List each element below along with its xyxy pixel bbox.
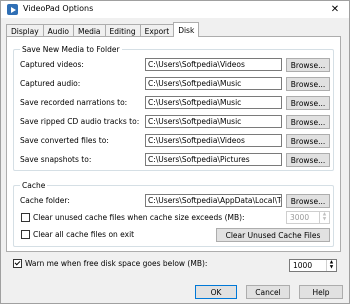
clear-on-exit-label: Clear all cache files on exit bbox=[33, 230, 135, 239]
cache-size-stepper[interactable]: 3000 ▲ ▼ bbox=[286, 211, 330, 224]
cache-size-value: 3000 bbox=[290, 213, 310, 222]
close-button[interactable]: ✕ bbox=[321, 1, 349, 18]
converted-files-label: Save converted files to: bbox=[20, 136, 109, 145]
warn-free-space-label: Warn me when free disk space goes below … bbox=[25, 259, 208, 268]
clear-when-exceeds-label: Clear unused cache files when cache size… bbox=[33, 213, 245, 222]
ripped-cd-path[interactable]: C:\Users\Softpedia\Music bbox=[145, 115, 282, 128]
cache-folder-path[interactable]: C:\Users\Softpedia\AppData\Local\Temp\ bbox=[145, 194, 282, 207]
ok-button[interactable]: OK bbox=[195, 285, 237, 299]
captured-audio-path[interactable]: C:\Users\Softpedia\Music bbox=[145, 77, 282, 90]
clear-on-exit-checkbox[interactable] bbox=[21, 230, 30, 239]
disk-tab-panel: Save New Media to Folder Captured videos… bbox=[6, 36, 341, 252]
window-title: VideoPad Options bbox=[23, 4, 94, 13]
snapshots-browse-button[interactable]: Browse... bbox=[286, 153, 330, 167]
snapshots-label: Save snapshots to: bbox=[20, 155, 92, 164]
title-bar: VideoPad Options ✕ bbox=[1, 1, 349, 18]
ripped-cd-browse-button[interactable]: Browse... bbox=[286, 115, 330, 129]
save-media-group-title: Save New Media to Folder bbox=[20, 45, 122, 54]
videopad-app-icon bbox=[7, 4, 18, 15]
converted-files-browse-button[interactable]: Browse... bbox=[286, 134, 330, 148]
clear-unused-cache-button[interactable]: Clear Unused Cache Files bbox=[216, 228, 330, 242]
save-media-group: Save New Media to Folder Captured videos… bbox=[13, 45, 334, 171]
cache-folder-label: Cache folder: bbox=[20, 196, 70, 205]
narrations-label: Save recorded narrations to: bbox=[20, 98, 128, 107]
cache-group-title: Cache bbox=[20, 181, 48, 190]
tab-strip: Display Audio Media Editing Export Disk bbox=[6, 22, 200, 37]
spin-down-icon[interactable]: ▼ bbox=[320, 217, 329, 224]
captured-audio-label: Captured audio: bbox=[20, 79, 81, 88]
tab-disk[interactable]: Disk bbox=[173, 22, 200, 37]
help-button[interactable]: Help bbox=[299, 285, 343, 299]
captured-videos-path[interactable]: C:\Users\Softpedia\Videos bbox=[145, 58, 282, 71]
spin-down-icon[interactable]: ▼ bbox=[327, 265, 336, 272]
warn-free-space-value: 1000 bbox=[293, 261, 313, 270]
cache-folder-browse-button[interactable]: Browse... bbox=[286, 194, 330, 208]
converted-files-path[interactable]: C:\Users\Softpedia\Videos bbox=[145, 134, 282, 147]
clear-when-exceeds-checkbox[interactable] bbox=[21, 213, 30, 222]
snapshots-path[interactable]: C:\Users\Softpedia\Pictures bbox=[145, 153, 282, 166]
cache-group: Cache Cache folder: C:\Users\Softpedia\A… bbox=[13, 181, 334, 247]
narrations-browse-button[interactable]: Browse... bbox=[286, 96, 330, 110]
cancel-button[interactable]: Cancel bbox=[246, 285, 290, 299]
captured-audio-browse-button[interactable]: Browse... bbox=[286, 77, 330, 91]
options-dialog: VideoPad Options ✕ Display Audio Media E… bbox=[0, 0, 350, 304]
warn-free-space-stepper[interactable]: 1000 ▲ ▼ bbox=[289, 259, 337, 272]
ripped-cd-label: Save ripped CD audio tracks to: bbox=[20, 117, 140, 126]
captured-videos-label: Captured videos: bbox=[20, 60, 84, 69]
captured-videos-browse-button[interactable]: Browse... bbox=[286, 58, 330, 72]
warn-free-space-checkbox[interactable] bbox=[13, 259, 22, 268]
narrations-path[interactable]: C:\Users\Softpedia\Music bbox=[145, 96, 282, 109]
